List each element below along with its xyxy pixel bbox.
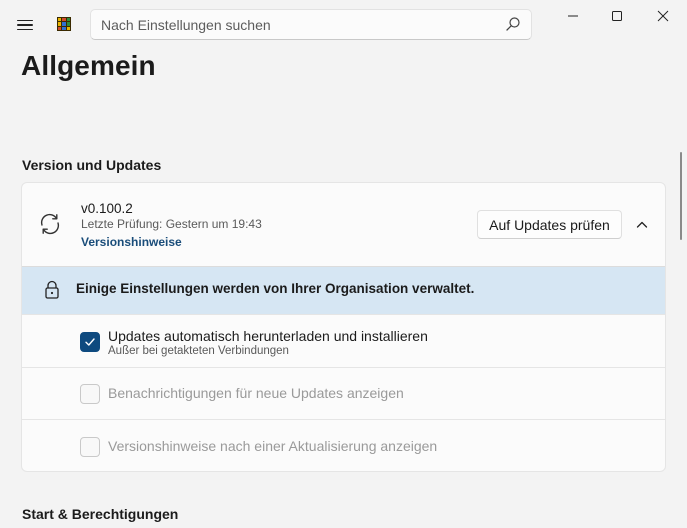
page-title: Allgemein xyxy=(21,50,156,81)
check-updates-button[interactable]: Auf Updates prüfen xyxy=(477,210,622,239)
chevron-up-icon xyxy=(636,221,648,228)
powertoys-app-icon xyxy=(57,17,71,31)
close-button[interactable] xyxy=(640,0,686,32)
policy-info-banner: Einige Einstellungen werden von Ihrer Or… xyxy=(22,266,665,314)
release-notes-link[interactable]: Versionshinweise xyxy=(81,235,182,249)
option-row-show-release-notes: Versionshinweise nach einer Aktualisieru… xyxy=(22,419,665,471)
option-row-update-notifications: Benachrichtigungen für neue Updates anze… xyxy=(22,367,665,419)
sync-icon xyxy=(40,213,60,235)
hamburger-menu-icon[interactable] xyxy=(14,14,36,36)
checkmark-icon xyxy=(85,338,95,346)
maximize-button[interactable] xyxy=(594,0,640,32)
search-box[interactable] xyxy=(90,9,532,40)
minimize-button[interactable] xyxy=(550,0,596,32)
last-check-text: Letzte Prüfung: Gestern um 19:43 xyxy=(81,217,262,231)
show-release-notes-label: Versionshinweise nach einer Aktualisieru… xyxy=(108,438,438,454)
policy-banner-text: Einige Einstellungen werden von Ihrer Or… xyxy=(76,281,475,296)
auto-download-sublabel: Außer bei getakteten Verbindungen xyxy=(108,345,289,357)
search-input[interactable] xyxy=(91,10,491,39)
title-bar xyxy=(0,0,687,48)
show-release-notes-checkbox[interactable] xyxy=(80,437,100,457)
auto-download-label: Updates automatisch herunterladen und in… xyxy=(108,328,428,344)
version-updates-card: v0.100.2 Letzte Prüfung: Gestern um 19:4… xyxy=(21,182,666,472)
update-notifications-label: Benachrichtigungen für neue Updates anze… xyxy=(108,385,404,401)
section-title-start-permissions: Start & Berechtigungen xyxy=(22,506,179,522)
update-notifications-checkbox[interactable] xyxy=(80,384,100,404)
vertical-scrollbar[interactable] xyxy=(680,152,682,240)
search-icon[interactable] xyxy=(505,16,521,32)
auto-download-checkbox[interactable] xyxy=(80,332,100,352)
maximize-icon xyxy=(612,11,622,21)
version-number: v0.100.2 xyxy=(81,201,133,216)
close-icon xyxy=(657,10,669,22)
collapse-button[interactable] xyxy=(630,213,654,237)
minimize-icon xyxy=(568,15,578,17)
version-card-header: v0.100.2 Letzte Prüfung: Gestern um 19:4… xyxy=(22,183,665,266)
option-row-auto-download: Updates automatisch herunterladen und in… xyxy=(22,314,665,367)
section-title-version-updates: Version und Updates xyxy=(22,157,162,173)
lock-icon xyxy=(45,280,59,299)
